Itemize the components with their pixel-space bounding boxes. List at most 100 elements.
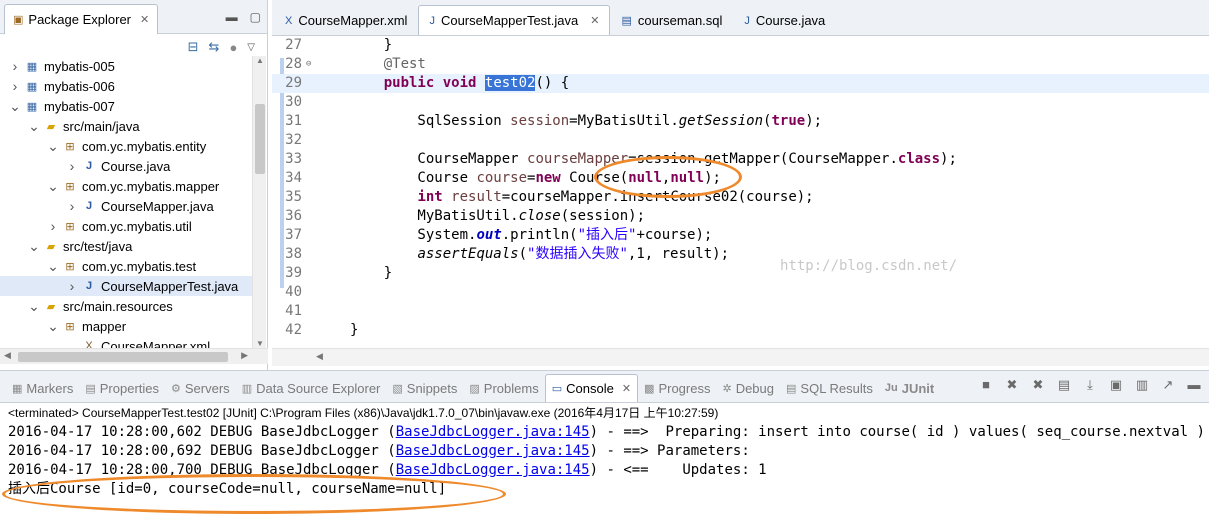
close-icon[interactable]: ✕ (622, 382, 631, 395)
view-tab[interactable]: ▤ Properties (79, 374, 165, 402)
chevron-down-icon[interactable]: ⌄ (27, 298, 41, 315)
collapse-all-icon[interactable]: ⊟ (188, 39, 199, 55)
tree-item[interactable]: ⌄ ⊞ com.yc.mybatis.test (0, 256, 252, 276)
view-tab[interactable]: ▨ Problems (463, 374, 544, 402)
open-console-icon[interactable]: ↗ (1159, 377, 1177, 393)
chevron-down-icon[interactable]: ⌄ (46, 258, 60, 275)
code-line[interactable]: 35 int result=courseMapper.insertCourse0… (272, 188, 1209, 207)
tree-item[interactable]: › J CourseMapperTest.java (0, 276, 252, 296)
remove-launch-icon[interactable]: ✖ (1003, 377, 1021, 393)
remove-all-icon[interactable]: ✖ (1029, 377, 1047, 393)
editor-tab[interactable]: J Course.java (733, 5, 836, 35)
source-link[interactable]: BaseJdbcLogger.java:145 (396, 462, 590, 478)
chevron-down-icon[interactable]: ⌄ (46, 138, 60, 155)
scroll-left-icon[interactable]: ◀ (4, 350, 11, 361)
fold-icon[interactable]: ⊖ (306, 55, 316, 74)
code-line[interactable]: 30 (272, 93, 1209, 112)
scroll-thumb[interactable] (18, 352, 228, 362)
tree-item[interactable]: ⌄ ⊞ com.yc.mybatis.mapper (0, 176, 252, 196)
chevron-down-icon[interactable]: ⌄ (46, 318, 60, 335)
code-line[interactable]: 27 } (272, 36, 1209, 55)
scroll-left-icon[interactable]: ◀ (316, 351, 323, 362)
view-tab[interactable]: ▧ Snippets (386, 374, 463, 402)
link-with-editor-icon[interactable]: ⇆ (209, 39, 220, 55)
tree-item[interactable]: › J CourseMapper.java (0, 196, 252, 216)
view-tab[interactable]: ✲ Debug (716, 374, 780, 402)
tree-item[interactable]: ⌄ ⊞ com.yc.mybatis.entity (0, 136, 252, 156)
tree-item[interactable]: › ⊞ com.yc.mybatis.util (0, 216, 252, 236)
horizontal-scrollbar[interactable]: ◀ ▶ (0, 348, 268, 364)
maximize-icon[interactable]: ▢ (250, 10, 261, 24)
code-line[interactable]: 37 System.out.println("插入后"+course); (272, 226, 1209, 245)
pin-console-icon[interactable]: ▣ (1107, 377, 1125, 393)
view-tab[interactable]: ▥ Data Source Explorer (236, 374, 387, 402)
close-icon[interactable]: ✕ (590, 14, 599, 27)
view-menu-icon[interactable]: ▽ (247, 42, 255, 53)
view-tab[interactable]: ▩ Progress (638, 374, 716, 402)
view-tab[interactable]: ▭ Console ✕ (544, 374, 639, 402)
tree-item-label: src/main/java (63, 118, 140, 134)
display-console-icon[interactable]: ▥ (1133, 377, 1151, 393)
editor-tab[interactable]: ▤ courseman.sql (610, 5, 733, 35)
code-line[interactable]: 40 (272, 283, 1209, 302)
code-area[interactable]: 27 } 28 ⊖ @Test 29 public void test02() {30… (272, 36, 1209, 348)
tree-item[interactable]: ⌄ ▰ src/main/java (0, 116, 252, 136)
scroll-thumb[interactable] (255, 104, 265, 174)
focus-icon[interactable]: ● (229, 40, 237, 55)
tree-item[interactable]: ⌄ ▰ src/test/java (0, 236, 252, 256)
scroll-up-icon[interactable]: ▲ (253, 56, 267, 65)
chevron-right-icon[interactable]: › (8, 58, 22, 74)
view-tab[interactable]: ▤ SQL Results (780, 374, 879, 402)
code-line[interactable]: 34 Course course=new Course(null,null); (272, 169, 1209, 188)
editor-tab[interactable]: J CourseMapperTest.java ✕ (418, 5, 611, 35)
console-output[interactable]: 2016-04-17 10:28:00,602 DEBUG BaseJdbcLo… (0, 423, 1209, 499)
scroll-down-icon[interactable]: ▼ (253, 339, 267, 348)
chevron-down-icon[interactable]: ⌄ (27, 238, 41, 255)
code-line[interactable]: 42} (272, 321, 1209, 340)
editor-horizontal-scrollbar[interactable]: ◀ (272, 348, 1209, 366)
chevron-down-icon[interactable]: ⌄ (27, 118, 41, 135)
close-icon[interactable]: ✕ (140, 13, 149, 26)
editor-tab[interactable]: X CourseMapper.xml (274, 5, 418, 35)
code-line[interactable]: 36 MyBatisUtil.close(session); (272, 207, 1209, 226)
code-line[interactable]: 33 CourseMapper courseMapper=session.get… (272, 150, 1209, 169)
clear-console-icon[interactable]: ▤ (1055, 377, 1073, 393)
view-tab[interactable]: ⚙ Servers (165, 374, 236, 402)
scroll-right-icon[interactable]: ▶ (241, 350, 248, 361)
code-line[interactable]: 31 SqlSession session=MyBatisUtil.getSes… (272, 112, 1209, 131)
view-tab[interactable]: ▦ Markers (6, 374, 79, 402)
tree-item[interactable]: X CourseMapper.xml (0, 336, 252, 349)
package-explorer-tab[interactable]: ▣ Package Explorer ✕ (4, 4, 159, 34)
code-line[interactable]: 41 (272, 302, 1209, 321)
code-line[interactable]: 38 assertEquals("数据插入失败",1, result); (272, 245, 1209, 264)
vertical-scrollbar[interactable]: ▲ ▼ (252, 56, 266, 348)
code-line[interactable]: 29 public void test02() { (272, 74, 1209, 93)
gutter (306, 169, 316, 188)
terminate-icon[interactable]: ■ (977, 377, 995, 393)
tree-item[interactable]: ⌄ ▦ mybatis-007 (0, 96, 252, 116)
properties-icon: ▤ (85, 382, 96, 395)
minimize-icon[interactable]: ▬ (226, 10, 238, 24)
chevron-right-icon[interactable]: › (46, 218, 60, 234)
source-link[interactable]: BaseJdbcLogger.java:145 (396, 424, 590, 440)
code-line[interactable]: 28 ⊖ @Test (272, 55, 1209, 74)
source-link[interactable]: BaseJdbcLogger.java:145 (396, 443, 590, 459)
chevron-right-icon[interactable]: › (65, 278, 79, 294)
tree-item[interactable]: ⌄ ⊞ mapper (0, 316, 252, 336)
code-line[interactable]: 39 } (272, 264, 1209, 283)
tree-item[interactable]: › J Course.java (0, 156, 252, 176)
chevron-right-icon[interactable]: › (8, 78, 22, 94)
chevron-right-icon[interactable]: › (65, 158, 79, 174)
tree-item[interactable]: ⌄ ▰ src/main.resources (0, 296, 252, 316)
line-source: System.out.println("插入后"+course); (316, 226, 712, 245)
minimize-icon[interactable]: ▬ (1185, 377, 1203, 393)
scroll-lock-icon[interactable]: ⤓ (1081, 377, 1099, 393)
chevron-right-icon[interactable]: › (65, 198, 79, 214)
chevron-down-icon[interactable]: ⌄ (46, 178, 60, 195)
code-line[interactable]: 32 (272, 131, 1209, 150)
tree-item[interactable]: › ▦ mybatis-005 (0, 56, 252, 76)
tree-item[interactable]: › ▦ mybatis-006 (0, 76, 252, 96)
chevron-down-icon[interactable]: ⌄ (8, 98, 22, 115)
code-line[interactable] (272, 340, 1209, 348)
view-tab[interactable]: Ju JUnit (879, 374, 940, 402)
